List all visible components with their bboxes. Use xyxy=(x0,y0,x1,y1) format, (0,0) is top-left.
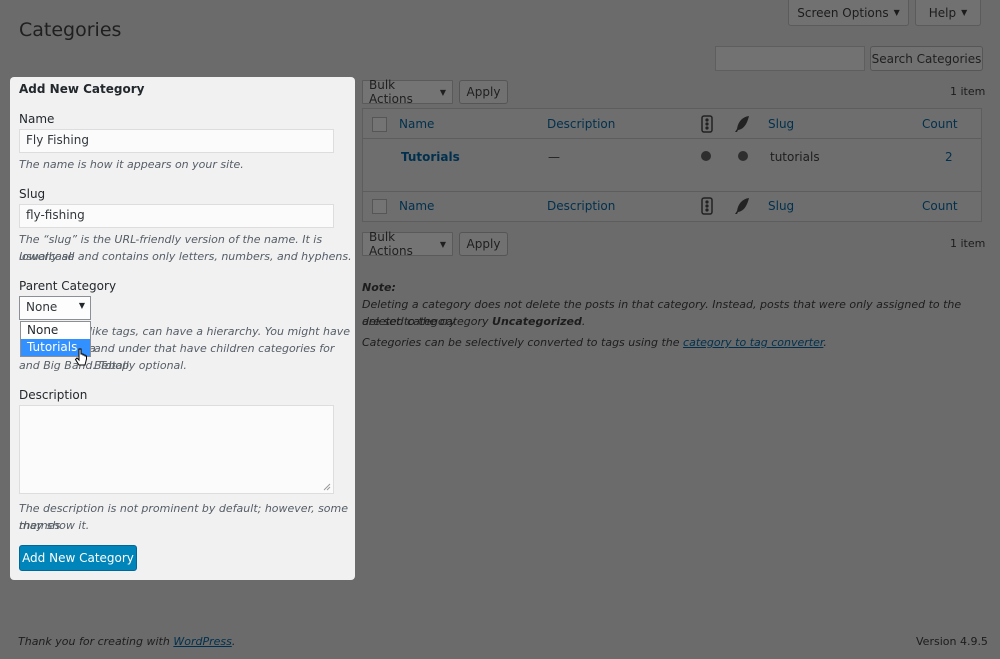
footer-thanks: Thank you for creating with WordPress. xyxy=(18,635,236,648)
status-dot xyxy=(701,151,711,161)
search-categories-button[interactable]: Search Categories xyxy=(870,46,983,71)
row-count-link[interactable]: 2 xyxy=(945,150,953,164)
search-input[interactable] xyxy=(715,46,865,71)
screen-options-label: Screen Options xyxy=(797,5,889,20)
add-new-category-button[interactable]: Add New Category xyxy=(19,545,137,571)
column-count-footer[interactable]: Count xyxy=(922,199,958,213)
table-header-row: Name Description Slug Count xyxy=(363,109,981,139)
description-help-line-2: may show it. xyxy=(19,519,90,532)
row-name-link[interactable]: Tutorials xyxy=(401,150,460,164)
note-title: Note: xyxy=(362,281,396,294)
page-title: Categories xyxy=(19,19,122,41)
help-button[interactable]: Help ▼ xyxy=(915,0,981,26)
parent-category-label: Parent Category xyxy=(19,279,117,293)
add-category-form: Add New Category Name Fly Fishing The na… xyxy=(10,77,355,580)
column-name-footer[interactable]: Name xyxy=(399,199,434,213)
slug-label: Slug xyxy=(19,187,46,201)
chevron-down-icon: ▼ xyxy=(439,87,446,97)
column-description-footer[interactable]: Description xyxy=(547,199,615,213)
feather-icon xyxy=(735,116,749,132)
select-all-checkbox[interactable] xyxy=(372,117,387,132)
slug-help-line-2: lowercase and contains only letters, num… xyxy=(19,250,352,263)
bulk-actions-select-bottom[interactable]: Bulk Actions ▼ xyxy=(362,230,453,258)
name-field[interactable]: Fly Fishing xyxy=(19,129,334,153)
wordpress-link[interactable]: WordPress xyxy=(173,635,232,648)
column-name-header[interactable]: Name xyxy=(399,117,434,131)
slug-field[interactable]: fly-fishing xyxy=(19,204,334,228)
column-slug-header[interactable]: Slug xyxy=(768,117,794,131)
apply-button-bottom[interactable]: Apply xyxy=(459,232,508,256)
chevron-down-icon: ▼ xyxy=(893,8,900,17)
screen-options-button[interactable]: Screen Options ▼ xyxy=(788,0,909,26)
row-slug: tutorials xyxy=(770,150,820,164)
bulk-actions-select-top[interactable]: Bulk Actions ▼ xyxy=(362,78,453,106)
pointer-cursor-icon xyxy=(75,348,87,366)
category-to-tag-converter-link[interactable]: category to tag converter xyxy=(683,336,823,349)
name-label: Name xyxy=(19,112,55,126)
uncategorized-label: Uncategorized xyxy=(492,315,582,328)
column-count-header[interactable]: Count xyxy=(922,117,958,131)
chevron-down-icon: ▼ xyxy=(439,239,446,249)
note-line-2: are set to the category Uncategorized. xyxy=(362,315,586,328)
traffic-light-icon xyxy=(701,115,713,133)
row-description: — xyxy=(548,150,560,164)
item-count-bottom: 1 item xyxy=(950,237,986,250)
chevron-down-icon: ▼ xyxy=(78,301,85,310)
description-label: Description xyxy=(19,388,88,402)
table-row: Tutorials — tutorials 2 xyxy=(363,140,981,191)
apply-button-top[interactable]: Apply xyxy=(459,80,508,104)
select-all-checkbox-footer[interactable] xyxy=(372,199,387,214)
parent-category-select[interactable]: None ▼ xyxy=(19,296,91,320)
help-label: Help xyxy=(928,5,957,20)
parent-help-line-3: and Big Band. Totally optional. xyxy=(19,359,187,372)
convert-note: Categories can be selectively converted … xyxy=(362,336,827,349)
footer-version: Version 4.9.5 xyxy=(916,635,988,648)
form-heading: Add New Category xyxy=(19,82,145,96)
dropdown-option-none[interactable]: None xyxy=(21,322,90,339)
categories-table: Name Description Slug Count Tutorials — … xyxy=(362,108,982,222)
column-description-header[interactable]: Description xyxy=(547,117,615,131)
traffic-light-icon xyxy=(701,197,713,215)
table-footer-row: Name Description Slug Count xyxy=(363,191,981,221)
column-slug-footer[interactable]: Slug xyxy=(768,199,794,213)
description-textarea[interactable] xyxy=(19,405,334,494)
name-help: The name is how it appears on your site. xyxy=(19,158,244,171)
item-count-top: 1 item xyxy=(950,85,986,98)
chevron-down-icon: ▼ xyxy=(961,8,968,17)
status-dot xyxy=(738,151,748,161)
resize-handle-icon[interactable] xyxy=(323,483,331,491)
feather-icon xyxy=(735,198,749,214)
